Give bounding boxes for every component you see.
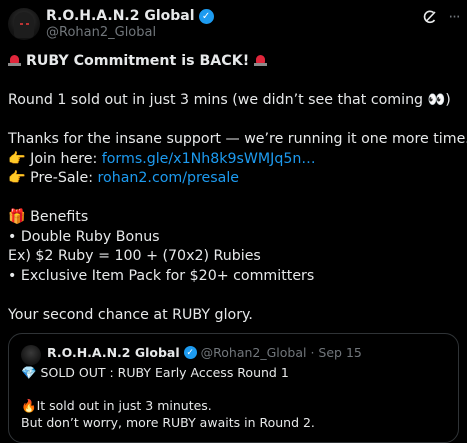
quoted-text: 💎 SOLD OUT : RUBY Early Access Round 1 🔥… — [21, 365, 451, 431]
tweet-closing-line: Your second chance at RUBY glory. — [8, 306, 253, 323]
tweet-body: RUBY Commitment is BACK! Round 1 sold ou… — [8, 52, 467, 325]
tweet-headline: RUBY Commitment is BACK! — [25, 53, 250, 69]
grok-icon[interactable] — [419, 6, 441, 28]
tweet-presale-line: 👉 Pre-Sale: rohan2.com/presale — [8, 169, 460, 189]
benefit-item: • Double Ruby Bonus — [8, 228, 160, 245]
author-name-row[interactable]: R.O.H.A.N.2 Global ✓ — [46, 8, 214, 24]
benefit-item: • Exclusive Item Pack for $20+ committer… — [8, 267, 315, 284]
siren-icon — [254, 53, 268, 66]
verified-badge-icon: ✓ — [198, 8, 214, 24]
quoted-line: 💎 SOLD OUT : RUBY Early Access Round 1 — [21, 365, 451, 382]
quoted-line-2: It sold out in just 3 minutes. — [36, 398, 212, 413]
fire-icon: 🔥 — [21, 398, 37, 413]
gift-icon: 🎁 — [8, 209, 26, 225]
author-name[interactable]: R.O.H.A.N.2 Global — [46, 8, 195, 24]
quoted-header: R.O.H.A.N.2 Global ✓ @Rohan2_Global · Se… — [47, 345, 362, 360]
tweet-headline-line: RUBY Commitment is BACK! — [8, 52, 460, 72]
quoted-author-avatar — [21, 345, 41, 365]
presale-link[interactable]: rohan2.com/presale — [98, 170, 240, 186]
more-icon[interactable]: ··· — [445, 6, 463, 28]
gem-icon: 💎 — [21, 365, 37, 380]
tweet-benefits-line: 🎁 Benefits — [8, 208, 460, 228]
verified-badge-icon: ✓ — [183, 346, 197, 359]
pointing-hand-icon: 👉 — [8, 170, 26, 186]
quoted-tweet[interactable]: R.O.H.A.N.2 Global ✓ @Rohan2_Global · Se… — [8, 333, 459, 443]
quoted-line-3: But don’t worry, more RUBY awaits in Rou… — [21, 414, 315, 430]
author-avatar[interactable] — [8, 8, 40, 40]
pointing-hand-icon: 👉 — [8, 150, 26, 167]
join-label: Join here: — [25, 150, 102, 167]
siren-icon — [8, 53, 21, 66]
quoted-meta: @Rohan2_Global · Sep 15 — [200, 345, 362, 360]
quoted-author-name: R.O.H.A.N.2 Global — [47, 345, 180, 360]
quoted-line: 🔥It sold out in just 3 minutes. — [21, 398, 451, 415]
eyes-icon: 👀 — [427, 92, 446, 108]
benefits-label: Benefits — [25, 209, 89, 225]
author-handle[interactable]: @Rohan2_Global — [46, 25, 156, 40]
tweet-thanks-line: Thanks for the insane support — we’re ru… — [8, 131, 467, 147]
presale-label: Pre-Sale: — [25, 170, 98, 186]
tweet-round-end: ) — [445, 92, 451, 108]
quoted-line-1: SOLD OUT : RUBY Early Access Round 1 — [36, 365, 289, 380]
join-link[interactable]: forms.gle/x1Nh8k9sWMJq5n… — [102, 151, 316, 167]
benefit-item: Ex) $2 Ruby = 100 + (70x2) Rubies — [8, 248, 261, 264]
tweet-join-line: 👉 Join here: forms.gle/x1Nh8k9sWMJq5n… — [8, 150, 460, 170]
tweet-round-line: Round 1 sold out in just 3 mins (we didn… — [8, 91, 460, 111]
tweet-round-text: Round 1 sold out in just 3 mins (we didn… — [8, 92, 428, 108]
